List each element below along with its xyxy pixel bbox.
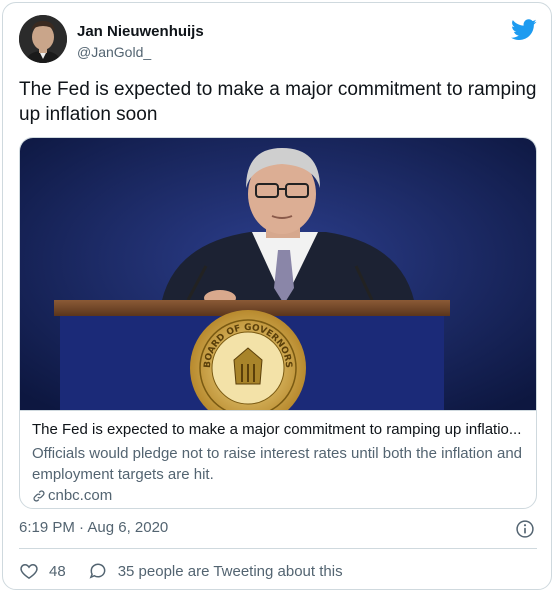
tweeting-about-link[interactable]: 35 people are Tweeting about this — [88, 561, 343, 581]
like-button[interactable]: 48 — [19, 561, 66, 581]
heart-icon — [20, 563, 38, 579]
twitter-bird-icon[interactable] — [511, 19, 537, 41]
card-description: Officials would pledge not to raise inte… — [32, 445, 523, 483]
info-icon[interactable] — [515, 519, 535, 539]
card-domain-text: cnbc.com — [48, 487, 113, 504]
author-handle[interactable]: @JanGold_ — [77, 44, 151, 60]
avatar[interactable] — [19, 15, 67, 63]
tweet-text: The Fed is expected to make a major comm… — [19, 79, 537, 125]
card-meta[interactable]: The Fed is expected to make a major comm… — [20, 410, 536, 508]
link-card[interactable]: BOARD OF GOVERNORS The Fed is expected t… — [19, 137, 537, 509]
divider — [19, 548, 537, 549]
action-bar: 48 35 people are Tweeting about this — [19, 559, 365, 583]
avatar-portrait — [19, 15, 67, 63]
tweet-timestamp[interactable]: 6:19 PM · Aug 6, 2020 — [19, 519, 168, 536]
author-name[interactable]: Jan Nieuwenhuijs — [77, 23, 204, 40]
tweet-card[interactable]: Jan Nieuwenhuijs @JanGold_ The Fed is ex… — [2, 2, 552, 590]
card-domain[interactable]: cnbc.com — [32, 487, 112, 504]
like-count: 48 — [49, 562, 66, 580]
link-icon — [33, 489, 45, 502]
card-image[interactable]: BOARD OF GOVERNORS — [20, 138, 537, 410]
tweeting-about-text: 35 people are Tweeting about this — [117, 562, 343, 580]
card-title[interactable]: The Fed is expected to make a major comm… — [32, 421, 526, 438]
speech-bubble-icon — [89, 563, 106, 579]
